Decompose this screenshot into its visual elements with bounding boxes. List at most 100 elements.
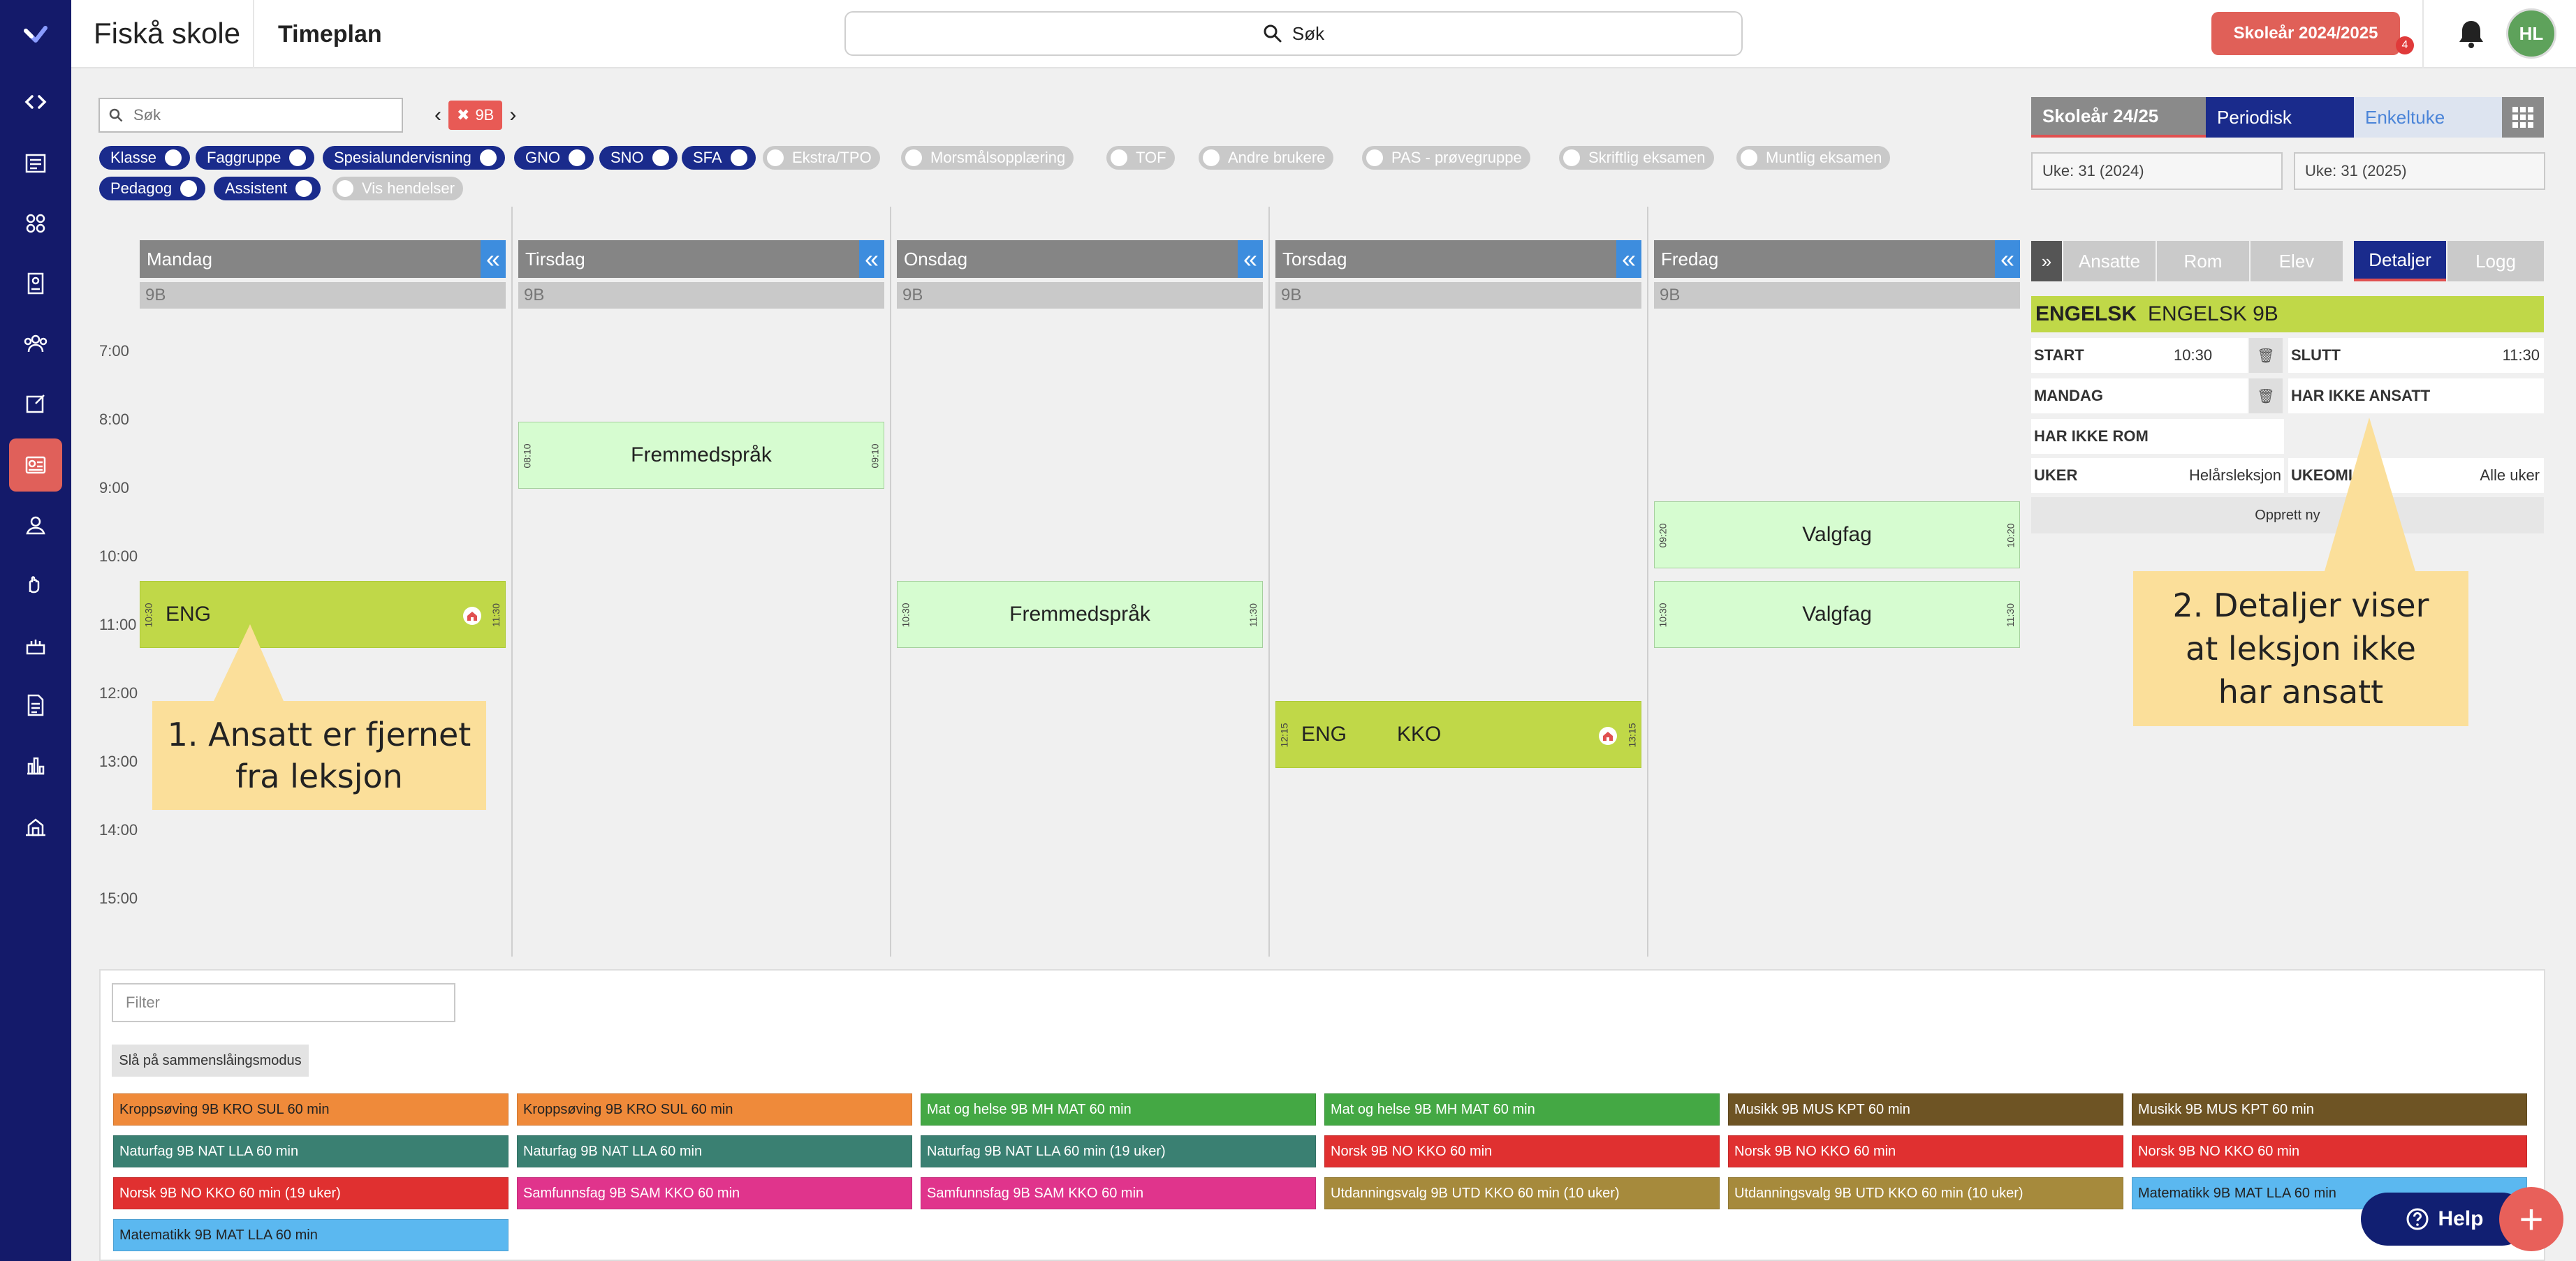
subject-chip[interactable]: Naturfag 9B NAT LLA 60 min — [113, 1135, 508, 1167]
toggle-andre-brukere[interactable]: Andre brukere — [1199, 146, 1334, 170]
trash-icon[interactable]: 🗑 — [2249, 378, 2283, 413]
subject-chip[interactable]: Kroppsøving 9B KRO SUL 60 min — [517, 1093, 912, 1126]
toggle-pas[interactable]: PAS - prøvegruppe — [1362, 146, 1530, 170]
lesson-onsdag-fremmedsprak[interactable]: 10:30 Fremmedspråk 11:30 — [897, 581, 1263, 648]
user-avatar[interactable]: HL — [2506, 8, 2556, 59]
lesson-mandag-eng[interactable]: 10:30 ENG 11:30 — [140, 581, 506, 648]
day-field[interactable]: MANDAG — [2031, 378, 2248, 413]
no-room-field[interactable]: HAR IKKE ROM — [2031, 419, 2284, 454]
filter-input[interactable]: Filter — [112, 983, 455, 1022]
tab-ansatte[interactable]: Ansatte — [2063, 241, 2156, 281]
collapse-day-button[interactable]: « — [1995, 240, 2020, 278]
toggle-spesialundervisning[interactable]: Spesialundervisning — [323, 146, 505, 170]
news-icon[interactable] — [9, 137, 62, 190]
lesson-end-time: 09:10 — [869, 443, 881, 469]
lesson-fredag-valgfag-1[interactable]: 09:20 Valgfag 10:20 — [1654, 501, 2020, 568]
subject-chip[interactable]: Utdanningsvalg 9B UTD KKO 60 min (10 uke… — [1728, 1177, 2123, 1209]
toggle-gno[interactable]: GNO — [514, 146, 594, 170]
subject-chip[interactable]: Norsk 9B NO KKO 60 min — [1324, 1135, 1720, 1167]
collapse-day-button[interactable]: « — [1616, 240, 1641, 278]
toggle-vis-hendelser[interactable]: Vis hendelser — [332, 177, 463, 200]
lesson-torsdag-eng[interactable]: 12:15 ENG KKO 13:15 — [1275, 701, 1641, 768]
subject-chip[interactable]: Utdanningsvalg 9B UTD KKO 60 min (10 uke… — [1324, 1177, 1720, 1209]
subject-chip[interactable]: Samfunnsfag 9B SAM KKO 60 min — [921, 1177, 1316, 1209]
add-fab-button[interactable]: + — [2499, 1187, 2563, 1251]
toggle-knob — [165, 149, 182, 166]
grid-view-icon[interactable] — [2502, 97, 2544, 138]
lesson-tirsdag-fremmedsprak[interactable]: 08:10 Fremmedspråk 09:10 — [518, 422, 884, 489]
cake-icon[interactable] — [9, 619, 62, 672]
time-label: 15:00 — [99, 890, 138, 907]
day-header-mandag: Mandag — [140, 240, 481, 278]
weeks-field[interactable]: UKER Helårsleksjon — [2031, 458, 2284, 493]
toggle-ekstra-tpo[interactable]: Ekstra/TPO — [763, 146, 880, 170]
app-logo-icon[interactable] — [9, 8, 62, 61]
chevron-left-icon[interactable]: ‹ — [434, 103, 441, 127]
groups-icon[interactable] — [9, 197, 62, 250]
document-icon[interactable] — [9, 679, 62, 732]
tab-rom[interactable]: Rom — [2157, 241, 2249, 281]
subject-chip[interactable]: Norsk 9B NO KKO 60 min — [1728, 1135, 2123, 1167]
expand-code-icon[interactable] — [9, 75, 62, 128]
tab-elev[interactable]: Elev — [2251, 241, 2343, 281]
subject-chip[interactable]: Norsk 9B NO KKO 60 min — [2132, 1135, 2527, 1167]
no-staff-field[interactable]: HAR IKKE ANSATT — [2288, 378, 2544, 413]
week-end-field[interactable]: Uke: 31 (2025) — [2294, 152, 2545, 190]
tab-detaljer[interactable]: Detaljer — [2354, 241, 2446, 281]
subject-chip[interactable]: Musikk 9B MUS KPT 60 min — [2132, 1093, 2527, 1126]
bell-icon[interactable] — [2453, 15, 2489, 52]
subject-chip[interactable]: Mat og helse 9B MH MAT 60 min — [921, 1093, 1316, 1126]
toggle-assistent[interactable]: Assistent — [214, 177, 321, 200]
toggle-muntlig-eksamen[interactable]: Muntlig eksamen — [1736, 146, 1891, 170]
subject-chip[interactable]: Naturfag 9B NAT LLA 60 min (19 uker) — [921, 1135, 1316, 1167]
subject-chip[interactable]: Samfunnsfag 9B SAM KKO 60 min — [517, 1177, 912, 1209]
school-year-button[interactable]: Skoleår 2024/2025 — [2211, 12, 2400, 55]
tab-skolear[interactable]: Skoleår 24/25 — [2031, 97, 2206, 138]
toggle-faggruppe[interactable]: Faggruppe — [196, 146, 315, 170]
subject-chip[interactable]: Mat og helse 9B MH MAT 60 min — [1324, 1093, 1720, 1126]
toggle-sno[interactable]: SNO — [599, 146, 678, 170]
toggle-sfa[interactable]: SFA — [682, 146, 756, 170]
slutt-label: SLUTT — [2291, 346, 2341, 364]
toggle-skriftlig-eksamen[interactable]: Skriftlig eksamen — [1559, 146, 1714, 170]
slutt-field[interactable]: SLUTT 11:30 — [2288, 338, 2544, 373]
id-card-icon[interactable] — [9, 257, 62, 310]
tab-logg[interactable]: Logg — [2447, 241, 2544, 281]
collapse-day-button[interactable]: « — [859, 240, 884, 278]
hand-icon[interactable] — [9, 559, 62, 612]
subject-chip[interactable]: Kroppsøving 9B KRO SUL 60 min — [113, 1093, 508, 1126]
class-tag[interactable]: ✖ 9B — [448, 101, 503, 130]
school-icon[interactable] — [9, 800, 62, 853]
global-search-button[interactable]: Søk — [844, 11, 1743, 56]
user-hat-icon[interactable] — [9, 499, 62, 552]
bar-chart-icon[interactable] — [9, 739, 62, 792]
start-field[interactable]: START 10:30 — [2031, 338, 2248, 373]
search-input[interactable]: Søk — [98, 98, 403, 133]
merge-mode-button[interactable]: Slå på sammenslåingsmodus — [112, 1045, 309, 1077]
trash-icon[interactable]: 🗑 — [2249, 338, 2283, 373]
people-icon[interactable] — [9, 317, 62, 370]
subject-chip[interactable]: Musikk 9B MUS KPT 60 min — [1728, 1093, 2123, 1126]
toggle-label: Vis hendelser — [362, 179, 455, 197]
toggle-klasse[interactable]: Klasse — [99, 146, 191, 170]
close-icon[interactable]: ✖ — [457, 106, 469, 124]
tab-enkeltuke[interactable]: Enkeltuke — [2354, 97, 2502, 138]
toggle-label: GNO — [525, 149, 561, 166]
week-start-field[interactable]: Uke: 31 (2024) — [2031, 152, 2283, 190]
collapse-day-button[interactable]: « — [1238, 240, 1263, 278]
toggle-label: Pedagog — [110, 179, 173, 197]
expand-panel-button[interactable]: » — [2031, 241, 2062, 281]
toggle-tof[interactable]: TOF — [1106, 146, 1175, 170]
chevron-right-icon[interactable]: › — [509, 103, 516, 127]
timetable-icon[interactable] — [9, 438, 62, 492]
assignment-icon[interactable] — [9, 377, 62, 430]
lesson-fredag-valgfag-2[interactable]: 10:30 Valgfag 11:30 — [1654, 581, 2020, 648]
toggle-morsmal[interactable]: Morsmålsopplæring — [901, 146, 1074, 170]
tab-periodisk[interactable]: Periodisk — [2206, 97, 2354, 138]
subject-chip[interactable]: Naturfag 9B NAT LLA 60 min — [517, 1135, 912, 1167]
collapse-day-button[interactable]: « — [481, 240, 506, 278]
subject-chip[interactable]: Matematikk 9B MAT LLA 60 min — [113, 1219, 508, 1251]
toggle-pedagog[interactable]: Pedagog — [99, 177, 206, 200]
create-new-button[interactable]: Opprett ny — [2031, 497, 2544, 533]
subject-chip[interactable]: Norsk 9B NO KKO 60 min (19 uker) — [113, 1177, 508, 1209]
